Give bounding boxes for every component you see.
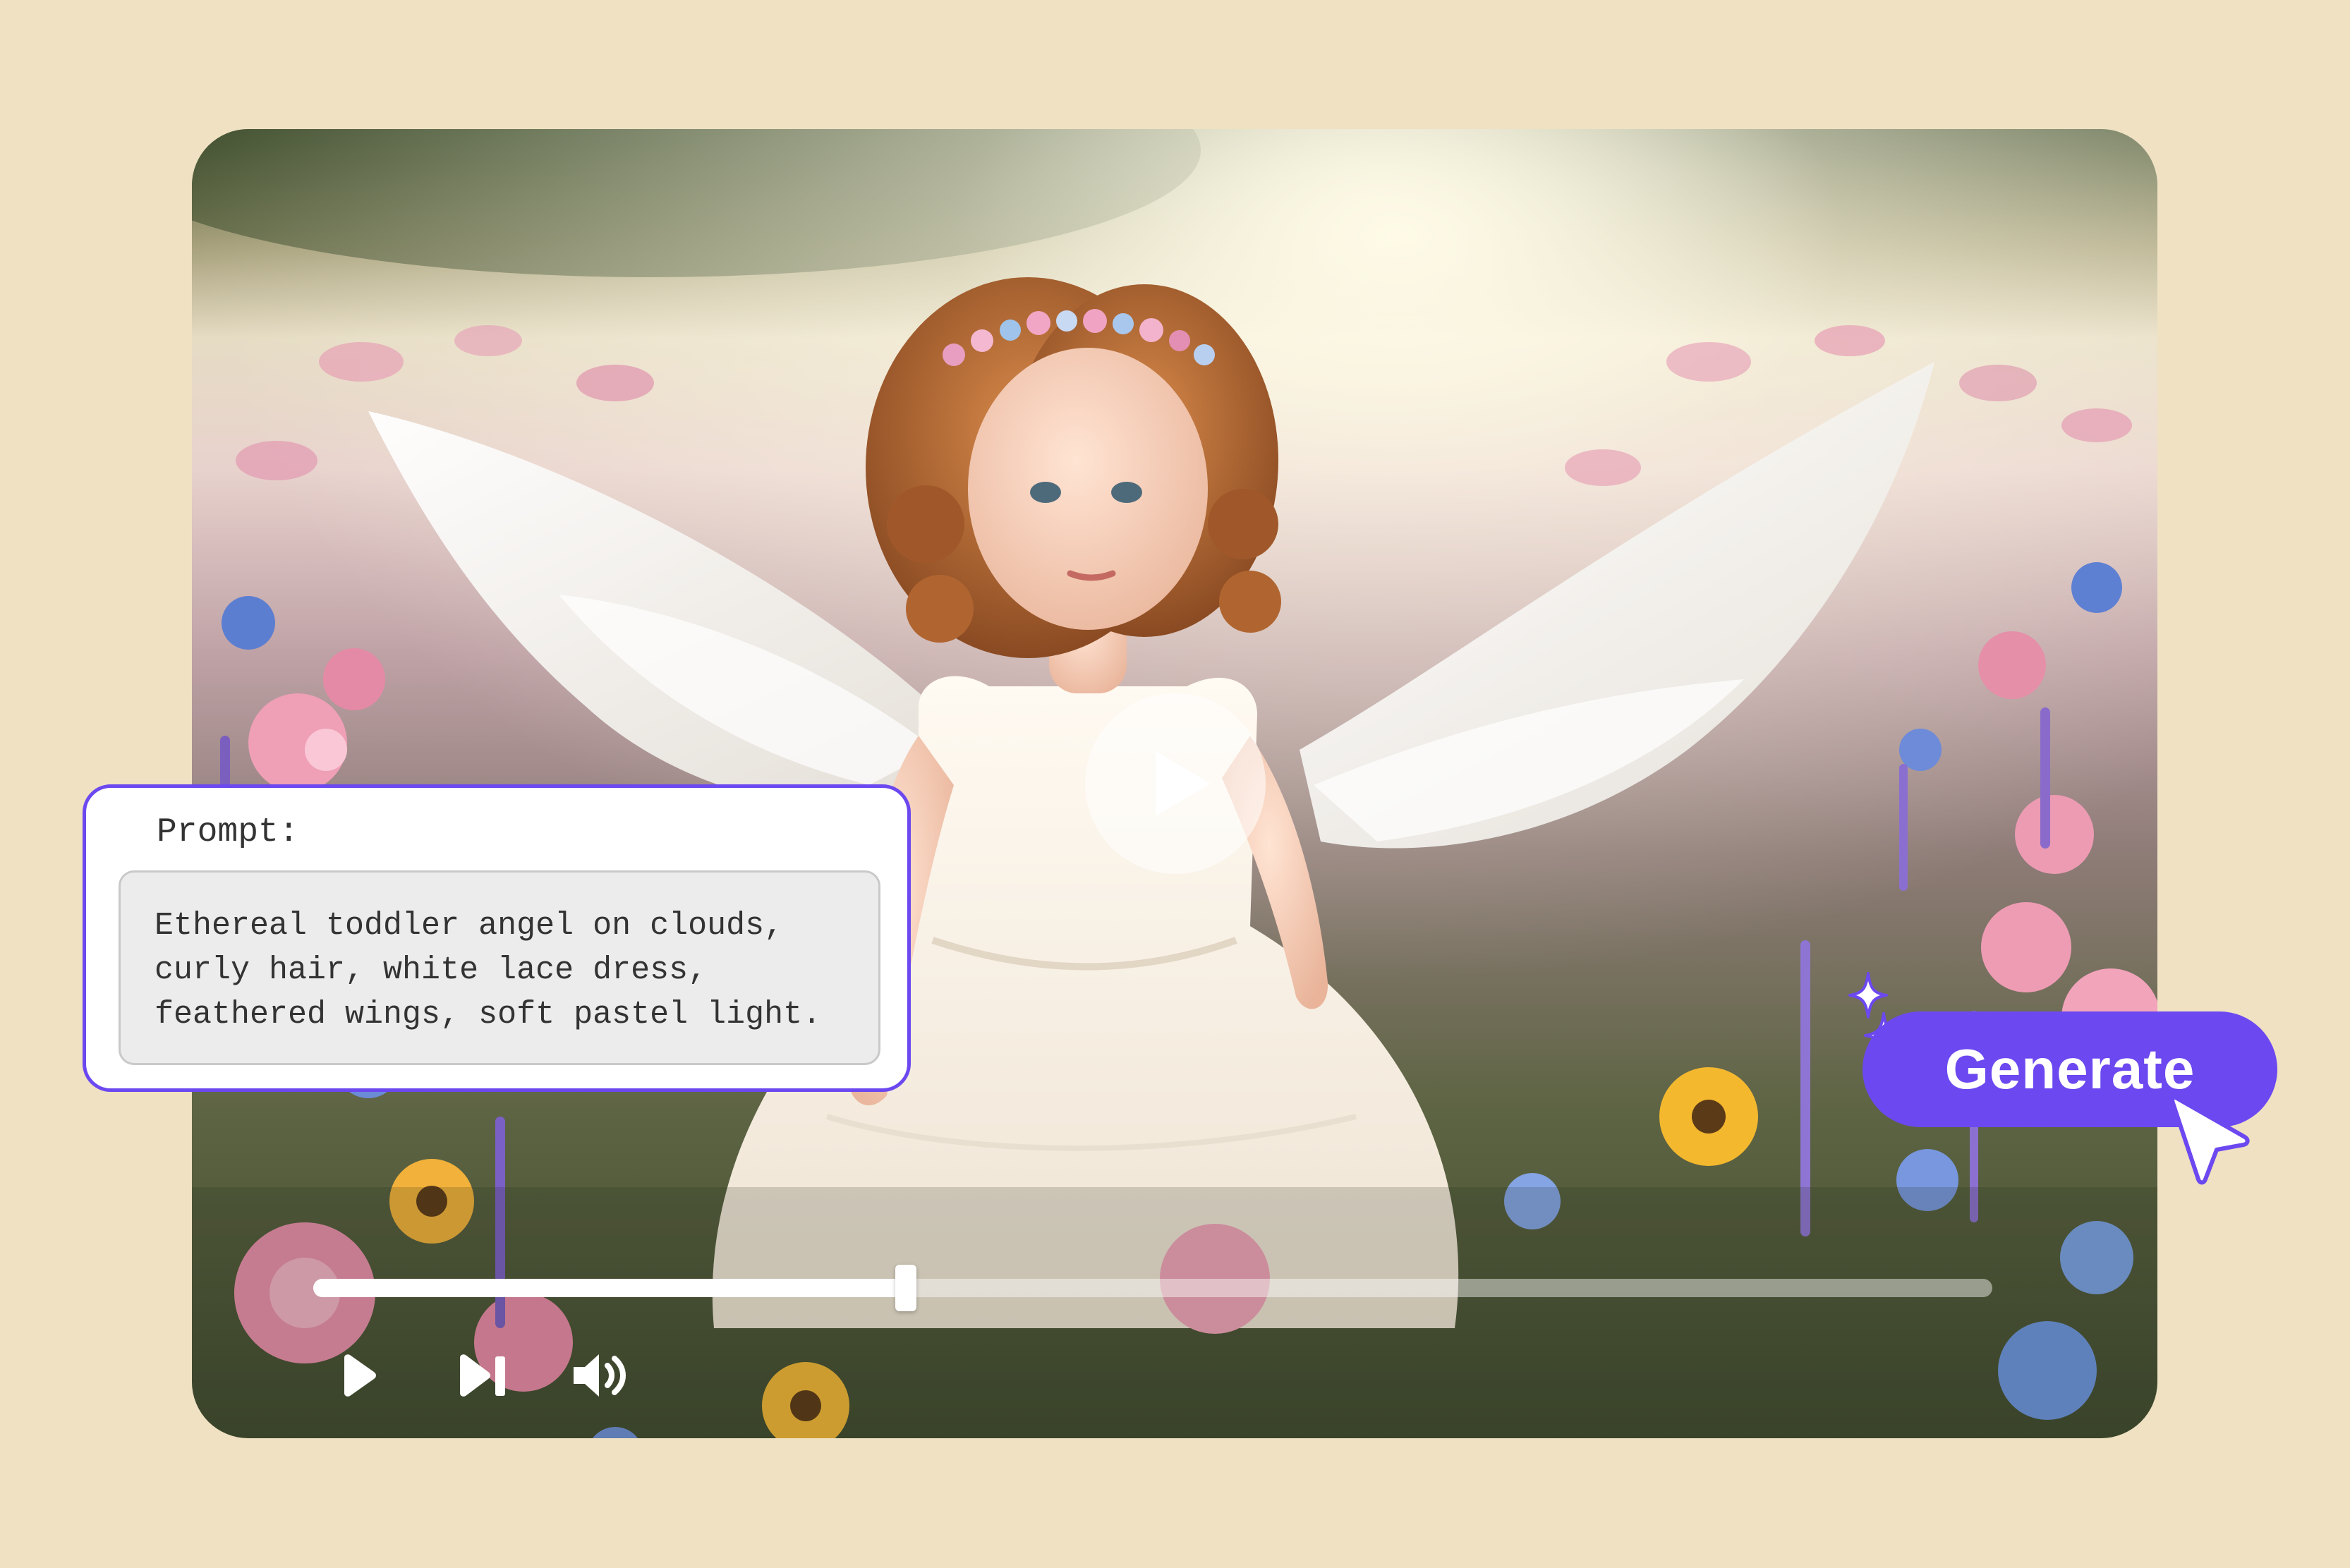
video-frame[interactable]	[192, 129, 2157, 1438]
volume-icon	[574, 1354, 626, 1397]
stage: Prompt: Ethereal toddler angel on clouds…	[0, 0, 2350, 1568]
progress-bar[interactable]	[313, 1265, 1992, 1311]
play-icon	[344, 1354, 376, 1397]
volume-button[interactable]	[566, 1344, 636, 1407]
prompt-panel: Prompt: Ethereal toddler angel on clouds…	[83, 784, 911, 1092]
cursor-icon	[2170, 1095, 2250, 1185]
skip-next-button[interactable]	[447, 1344, 518, 1407]
progress-fill	[313, 1279, 907, 1297]
skip-next-icon	[460, 1354, 505, 1397]
progress-handle[interactable]	[895, 1265, 917, 1311]
prompt-input[interactable]: Ethereal toddler angel on clouds, curly …	[119, 870, 880, 1065]
play-icon	[1156, 751, 1211, 816]
prompt-label: Prompt:	[157, 813, 299, 851]
center-play-button[interactable]	[1085, 693, 1266, 874]
play-button[interactable]	[326, 1344, 389, 1407]
